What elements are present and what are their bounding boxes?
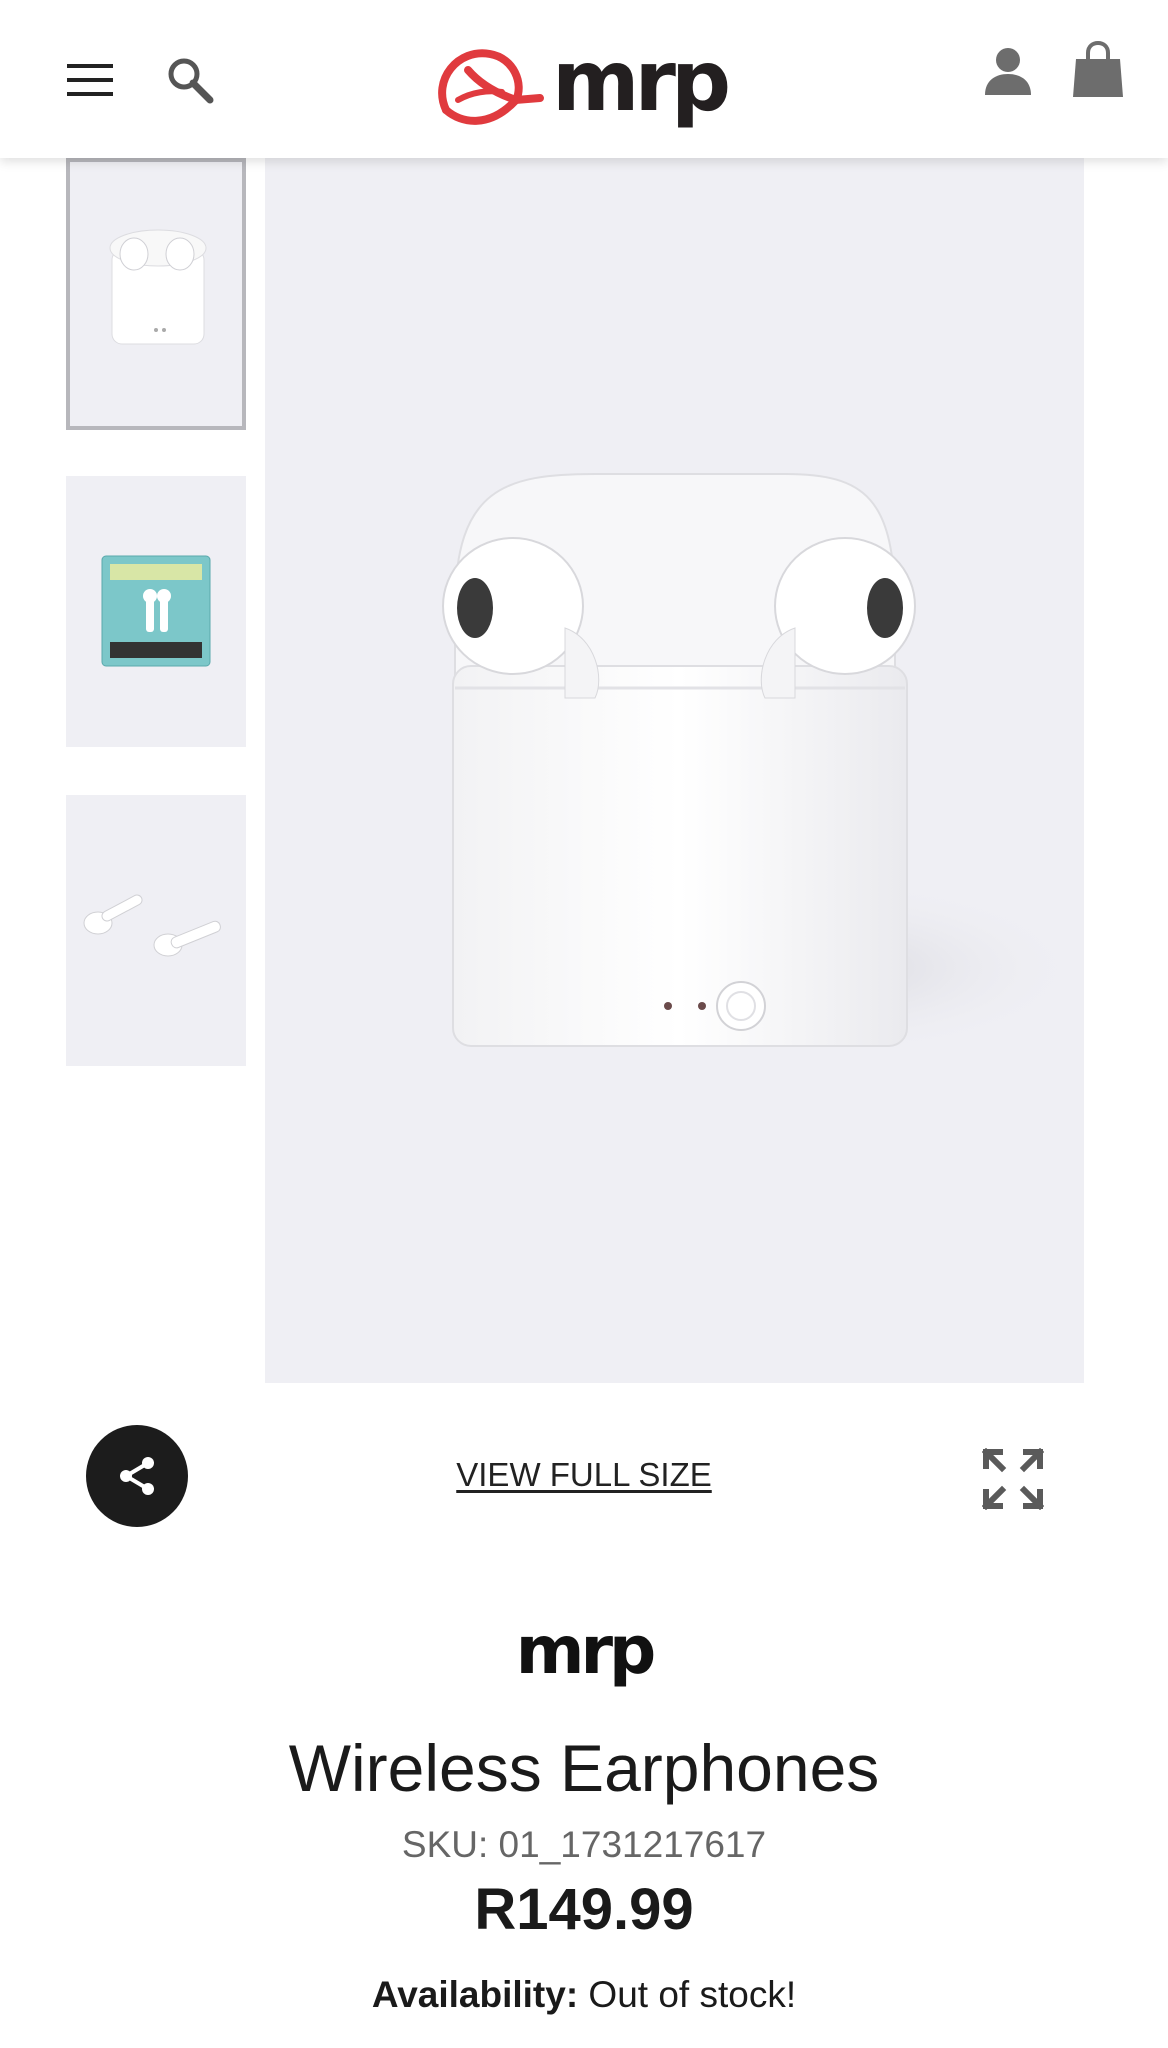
product-title: Wireless Earphones [288, 1731, 880, 1805]
account-icon[interactable] [978, 40, 1038, 104]
availability-value: Out of stock! [578, 1974, 797, 2015]
logo-text: mrp [552, 32, 731, 130]
thumbnail-packaging[interactable] [66, 476, 246, 747]
product-sku: SKU: 01_1731217617 [401, 1824, 767, 1865]
earbuds-case-main-image [265, 158, 1084, 1383]
expand-icon[interactable] [981, 1447, 1045, 1511]
cap-logo-icon [438, 49, 544, 125]
site-header: mrp [0, 0, 1168, 158]
main-product-image[interactable] [265, 158, 1084, 1383]
view-full-size-link[interactable]: VIEW FULL SIZE [384, 1456, 784, 1494]
brand-logo[interactable]: mrp [0, 1618, 1168, 1684]
share-button[interactable] [86, 1425, 188, 1527]
availability-label: Availability: [371, 1974, 579, 2015]
thumbnail-earbuds-case[interactable] [66, 158, 246, 430]
product-price: R149.99 [474, 1877, 694, 1942]
share-icon [120, 1457, 154, 1495]
thumbnail-earbuds-pair[interactable] [66, 795, 246, 1066]
search-icon[interactable] [160, 50, 220, 110]
availability-status: Availability: Out of stock! [0, 1974, 1168, 2016]
earbuds-case-image [70, 162, 242, 426]
site-logo[interactable]: mrp [428, 32, 731, 136]
shopping-bag-icon[interactable] [1066, 36, 1130, 104]
earbuds-pair-image [66, 795, 246, 1066]
hamburger-menu-icon[interactable] [62, 52, 118, 108]
packaging-box-image [66, 476, 246, 747]
